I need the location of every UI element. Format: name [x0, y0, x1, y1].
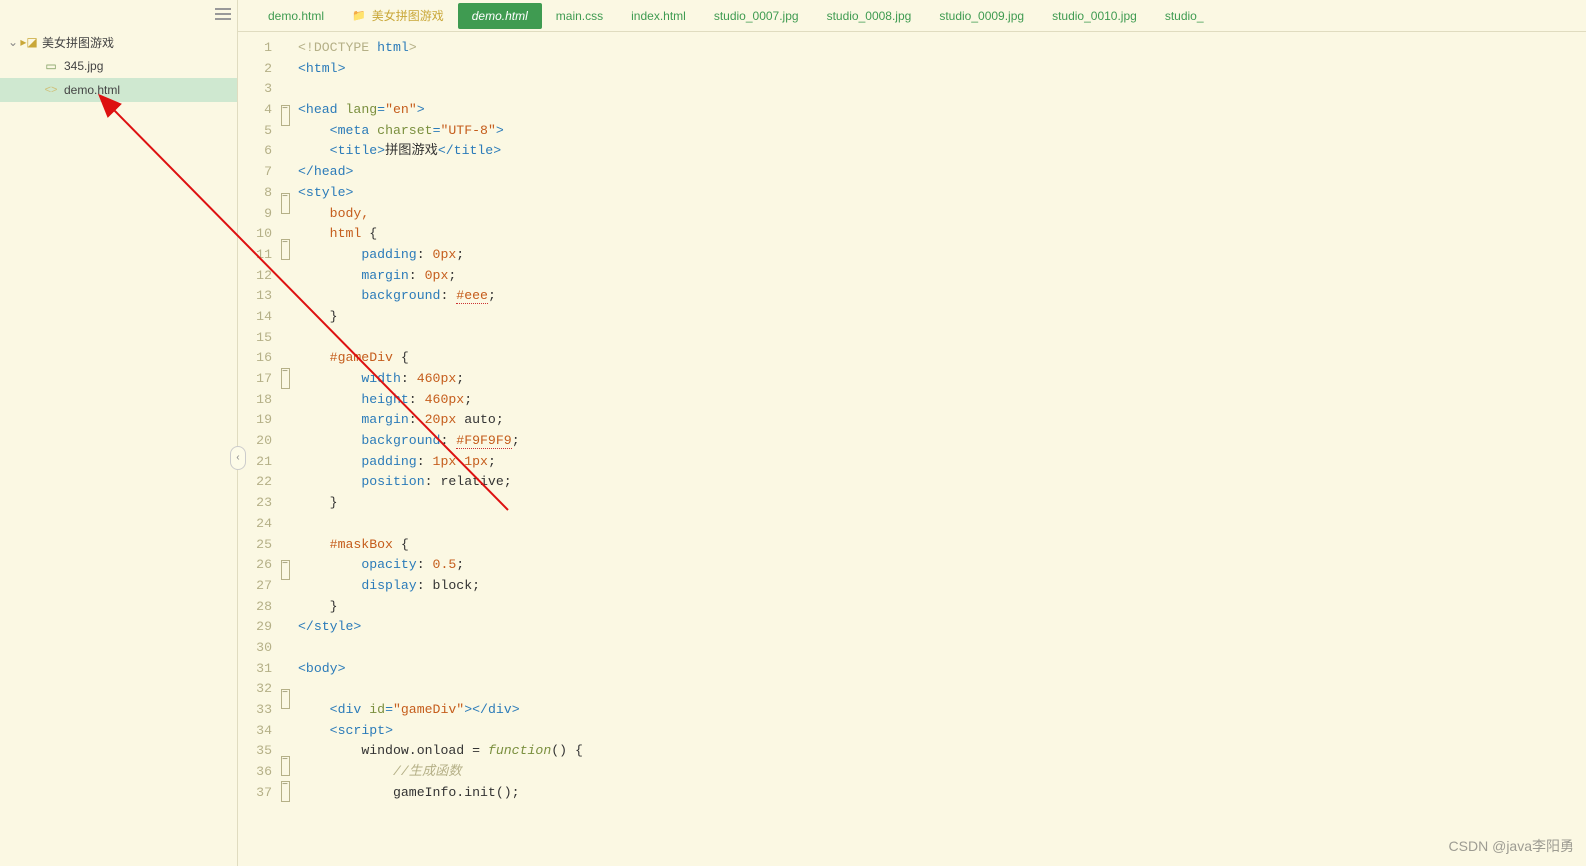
- tab-index.html[interactable]: index.html: [617, 3, 700, 29]
- tab-label: studio_: [1165, 9, 1204, 23]
- tab-demo.html[interactable]: demo.html: [458, 3, 542, 29]
- tree-root-label: 美女拼图游戏: [42, 34, 114, 51]
- tab-demo.html[interactable]: demo.html: [254, 3, 338, 29]
- tree-file-345.jpg[interactable]: ▭ 345.jpg: [0, 54, 237, 78]
- menu-icon[interactable]: [215, 8, 231, 20]
- sidebar-toolbar: [0, 0, 237, 28]
- tab-label: demo.html: [268, 9, 324, 23]
- tree-file-label: 345.jpg: [64, 59, 103, 73]
- image-icon: ▭: [44, 59, 58, 73]
- tab-label: index.html: [631, 9, 686, 23]
- folder-icon: ▸◪: [22, 35, 36, 49]
- tab-main.css[interactable]: main.css: [542, 3, 617, 29]
- code-icon: <>: [44, 83, 58, 97]
- tab-bar: demo.html 📁 美女拼图游戏 demo.html main.css index.h…: [238, 0, 1586, 32]
- tree-file-demo.html[interactable]: <> demo.html: [0, 78, 237, 102]
- tab-studio_0009.jpg[interactable]: studio_0009.jpg: [925, 3, 1038, 29]
- tab-label: studio_0010.jpg: [1052, 9, 1137, 23]
- tab-label: demo.html: [472, 9, 528, 23]
- main-area: demo.html 📁 美女拼图游戏 demo.html main.css index.h…: [238, 0, 1586, 866]
- tree-file-label: demo.html: [64, 83, 120, 97]
- fold-column: −−−−−−−−: [278, 32, 292, 866]
- sidebar: ⌄ ▸◪ 美女拼图游戏 ▭ 345.jpg <> demo.html: [0, 0, 238, 866]
- tab-label: 美女拼图游戏: [372, 7, 444, 24]
- tab-studio_[interactable]: studio_: [1151, 3, 1218, 29]
- tab-美女拼图游戏[interactable]: 📁 美女拼图游戏: [338, 1, 458, 30]
- folder-icon: 📁: [352, 9, 366, 22]
- tab-studio_0010.jpg[interactable]: studio_0010.jpg: [1038, 3, 1151, 29]
- code-editor[interactable]: 1234567891011121314151617181920212223242…: [238, 32, 1586, 866]
- tab-label: studio_0009.jpg: [939, 9, 1024, 23]
- code-content[interactable]: <!DOCTYPE html><html><head lang="en"> <m…: [292, 32, 1586, 866]
- tree-root-folder[interactable]: ⌄ ▸◪ 美女拼图游戏: [0, 30, 237, 54]
- tab-label: main.css: [556, 9, 603, 23]
- app-root: ⌄ ▸◪ 美女拼图游戏 ▭ 345.jpg <> demo.html ‹ demo.h…: [0, 0, 1586, 866]
- tab-studio_0008.jpg[interactable]: studio_0008.jpg: [813, 3, 926, 29]
- tab-studio_0007.jpg[interactable]: studio_0007.jpg: [700, 3, 813, 29]
- file-tree: ⌄ ▸◪ 美女拼图游戏 ▭ 345.jpg <> demo.html: [0, 28, 237, 102]
- sidebar-collapse-handle[interactable]: ‹: [230, 446, 246, 470]
- tab-label: studio_0007.jpg: [714, 9, 799, 23]
- chevron-down-icon: ⌄: [8, 37, 18, 47]
- tab-label: studio_0008.jpg: [827, 9, 912, 23]
